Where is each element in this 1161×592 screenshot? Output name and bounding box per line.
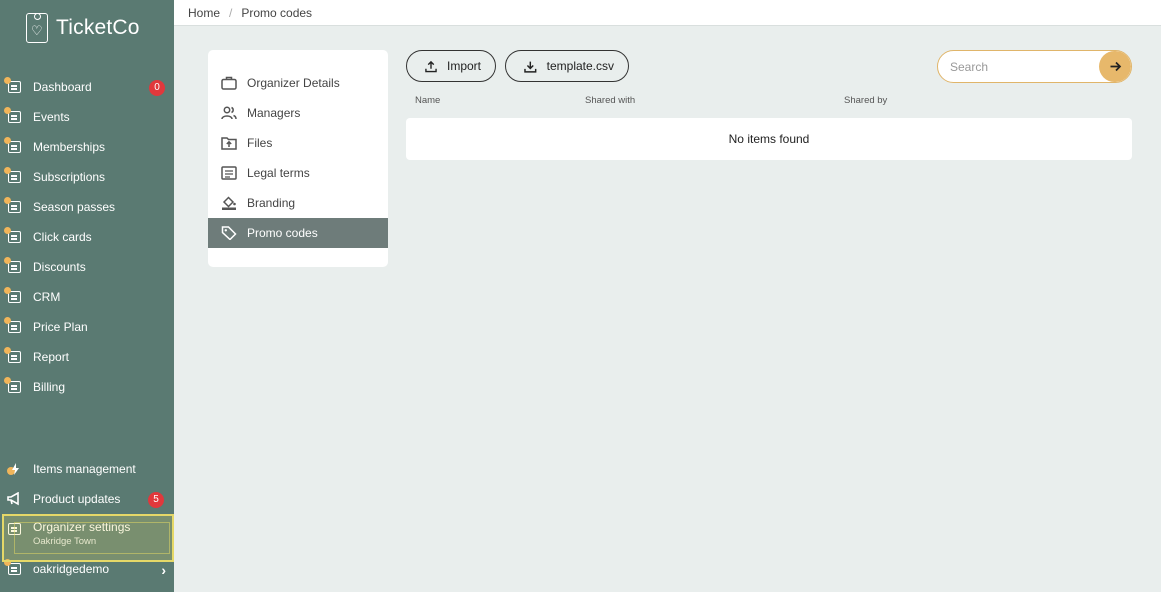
sidebar-item-label: Price Plan [33, 320, 88, 334]
menu-item-label: Files [247, 136, 273, 150]
sidebar-item-label: Product updates [33, 492, 121, 506]
dashboard-icon [4, 77, 22, 94]
sidebar-item-billing[interactable]: Billing [0, 372, 174, 402]
sidebar-item-events[interactable]: Events [0, 102, 174, 132]
sidebar-item-label: CRM [33, 290, 61, 304]
menu-item-label: Managers [247, 106, 301, 120]
sidebar-item-label: Items management [33, 462, 136, 476]
sidebar-item-label: Dashboard [33, 80, 92, 94]
tag-icon [221, 226, 237, 240]
brand-name: TicketCo [56, 16, 140, 39]
sidebar-bottom-nav: Items management Product updates 5 Organ… [0, 454, 174, 584]
briefcase-icon [221, 76, 237, 90]
arrow-right-icon [1110, 61, 1121, 72]
ticket-logo-icon [26, 13, 48, 43]
user-icon [4, 559, 22, 576]
events-icon [4, 107, 22, 124]
season-passes-icon [4, 197, 22, 214]
sidebar-item-subscriptions[interactable]: Subscriptions [0, 162, 174, 192]
organizer-settings-menu: Organizer Details Managers Files Legal t… [208, 50, 388, 267]
lightning-icon [7, 462, 22, 476]
breadcrumb-separator: / [229, 5, 233, 20]
menu-item-files[interactable]: Files [208, 128, 388, 158]
sidebar-item-label: Memberships [33, 140, 106, 154]
menu-item-branding[interactable]: Branding [208, 188, 388, 218]
menu-item-label: Promo codes [247, 226, 318, 240]
sidebar-item-label: Organizer settings [33, 520, 131, 534]
sidebar-item-label: Report [33, 350, 70, 364]
report-icon [4, 347, 22, 364]
column-header-shared-by[interactable]: Shared by [844, 95, 887, 106]
breadcrumb: Home / Promo codes [174, 0, 1161, 26]
sidebar-item-discounts[interactable]: Discounts [0, 252, 174, 282]
sidebar-item-label: oakridgedemo [33, 562, 110, 576]
breadcrumb-current: Promo codes [241, 5, 313, 20]
organizer-settings-icon [7, 522, 22, 536]
memberships-icon [4, 137, 22, 154]
import-button[interactable]: Import [406, 50, 496, 82]
sidebar-item-label: Events [33, 110, 70, 124]
menu-item-label: Organizer Details [247, 76, 340, 90]
menu-item-managers[interactable]: Managers [208, 98, 388, 128]
download-template-button[interactable]: template.csv [505, 50, 629, 82]
dashboard-count-badge: 0 [149, 80, 165, 96]
price-plan-icon [4, 317, 22, 334]
sidebar-item-label: Subscriptions [33, 170, 106, 184]
organizer-name: Oakridge Town [33, 536, 97, 547]
sidebar-item-product-updates[interactable]: Product updates 5 [0, 484, 174, 514]
import-button-label: Import [446, 59, 481, 73]
menu-item-legal-terms[interactable]: Legal terms [208, 158, 388, 188]
menu-item-label: Legal terms [247, 166, 310, 180]
folder-upload-icon [221, 136, 237, 150]
sidebar-item-organizer-settings[interactable]: Organizer settings Oakridge Town [0, 514, 174, 554]
sidebar-item-label: Discounts [33, 260, 86, 274]
search-submit-button[interactable] [1099, 51, 1131, 82]
sidebar-item-label: Billing [33, 380, 66, 394]
main-nav: Dashboard 0 Events Memberships Subscript… [0, 72, 174, 402]
sidebar-item-label: Click cards [33, 230, 92, 244]
sidebar-item-season-passes[interactable]: Season passes [0, 192, 174, 222]
crm-icon [4, 287, 22, 304]
sidebar-item-crm[interactable]: CRM [0, 282, 174, 312]
sidebar-item-click-cards[interactable]: Click cards [0, 222, 174, 252]
empty-state: No items found [406, 118, 1132, 160]
menu-item-organizer-details[interactable]: Organizer Details [208, 68, 388, 98]
empty-state-message: No items found [728, 132, 810, 146]
discounts-icon [4, 257, 22, 274]
download-icon [524, 61, 537, 73]
megaphone-icon [7, 491, 22, 506]
sidebar: TicketCo Dashboard 0 Events Memberships … [0, 0, 174, 592]
sidebar-item-dashboard[interactable]: Dashboard 0 [0, 72, 174, 102]
column-header-shared-with[interactable]: Shared with [585, 95, 635, 106]
column-header-name[interactable]: Name [415, 95, 440, 106]
document-icon [221, 166, 237, 180]
sidebar-item-price-plan[interactable]: Price Plan [0, 312, 174, 342]
click-cards-icon [4, 227, 22, 244]
paint-bucket-icon [221, 196, 237, 210]
sidebar-item-report[interactable]: Report [0, 342, 174, 372]
menu-item-promo-codes[interactable]: Promo codes [208, 218, 388, 248]
sidebar-item-label: Season passes [33, 200, 116, 214]
billing-icon [4, 377, 22, 394]
download-template-label: template.csv [546, 59, 614, 73]
ticketco-logo[interactable]: TicketCo [26, 13, 140, 43]
search-box [937, 50, 1132, 83]
sidebar-item-user[interactable]: oakridgedemo › [0, 554, 174, 584]
chevron-right-icon: › [161, 562, 166, 578]
sidebar-item-items-management[interactable]: Items management [0, 454, 174, 484]
users-icon [221, 106, 237, 120]
search-input[interactable] [938, 51, 1098, 82]
subscriptions-icon [4, 167, 22, 184]
product-updates-badge: 5 [148, 492, 164, 508]
sidebar-item-memberships[interactable]: Memberships [0, 132, 174, 162]
upload-icon [425, 60, 437, 72]
breadcrumb-home-link[interactable]: Home [188, 6, 220, 20]
menu-item-label: Branding [247, 196, 296, 210]
